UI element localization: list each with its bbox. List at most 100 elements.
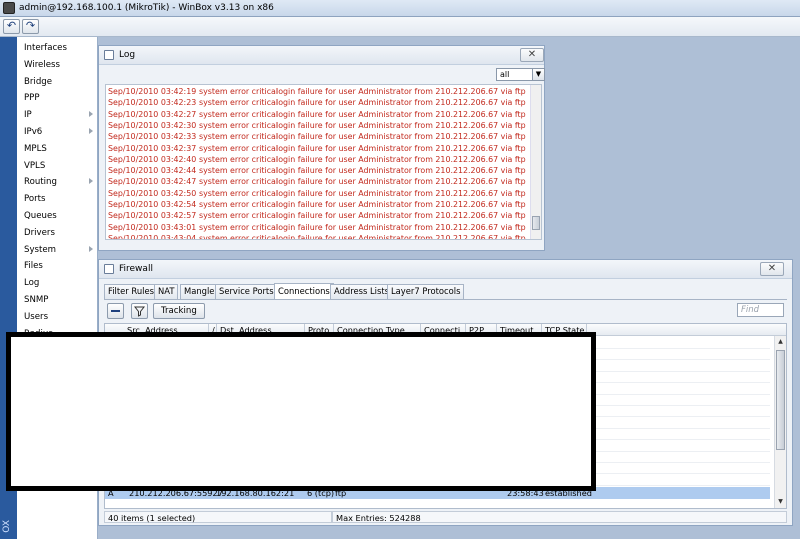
log-window-title: Log — [119, 50, 136, 60]
log-entry-topics: system error critical — [199, 177, 279, 187]
log-entry[interactable]: Sep/10/2010 03:42:54 system error critica… — [106, 199, 531, 210]
log-entry[interactable]: Sep/10/2010 03:42:33 system error critica… — [106, 131, 531, 142]
log-entry-message: login failure for user Administrator fro… — [276, 132, 526, 142]
log-entry-topics: system error critical — [199, 87, 279, 96]
log-scrollbar[interactable] — [530, 85, 541, 239]
sidebar-item-bridge[interactable]: Bridge — [17, 74, 98, 90]
tab-address-lists[interactable]: Address Lists — [330, 284, 394, 299]
log-entry-message: login failure for user Administrator fro… — [276, 98, 526, 108]
tab-layer7-protocols[interactable]: Layer7 Protocols — [387, 284, 465, 299]
table-scrollbar[interactable]: ▲ ▼ — [774, 336, 786, 508]
sidebar-item-routing[interactable]: Routing — [17, 174, 98, 190]
log-entry[interactable]: Sep/10/2010 03:42:23 system error critica… — [106, 97, 531, 108]
undo-button[interactable]: ↶ — [3, 19, 20, 34]
sidebar-item-log[interactable]: Log — [17, 275, 98, 291]
log-entry[interactable]: Sep/10/2010 03:43:01 system error critica… — [106, 222, 531, 233]
sidebar-item-system[interactable]: System — [17, 242, 98, 258]
sidebar-item-ip[interactable]: IP — [17, 107, 98, 123]
sidebar-item-mpls[interactable]: MPLS — [17, 141, 98, 157]
log-entry-message: login failure for user Administrator fro… — [276, 87, 526, 96]
firewall-window-titlebar[interactable]: Firewall ✕ — [99, 260, 792, 279]
sidebar-item-users[interactable]: Users — [17, 309, 98, 325]
sidebar-item-files[interactable]: Files — [17, 258, 98, 274]
title-bar: admin@192.168.100.1 (MikroTik) - WinBox … — [0, 0, 800, 17]
log-close-button[interactable]: ✕ — [520, 48, 544, 62]
submenu-arrow-icon — [89, 178, 93, 185]
log-entry-message: login failure for user Administrator fro… — [276, 166, 526, 176]
sidebar-item-vpls[interactable]: VPLS — [17, 158, 98, 174]
log-entry[interactable]: Sep/10/2010 03:42:57 system error critica… — [106, 210, 531, 221]
redaction-box — [6, 332, 596, 491]
log-entry-time: Sep/10/2010 03:42:44 — [108, 166, 197, 176]
filter-icon — [133, 306, 146, 317]
log-entry-time: Sep/10/2010 03:42:27 — [108, 109, 197, 119]
tab-filter-rules[interactable]: Filter Rules — [104, 284, 158, 299]
remove-button[interactable] — [107, 303, 124, 319]
log-entry-message: login failure for user Administrator fro… — [276, 154, 526, 164]
log-entry-topics: system error critical — [199, 120, 279, 130]
tab-connections[interactable]: Connections — [274, 283, 334, 299]
log-window-titlebar[interactable]: Log ✕ — [99, 46, 544, 65]
log-filter-select[interactable]: all — [496, 68, 536, 81]
log-window-icon — [104, 50, 114, 60]
log-entry[interactable]: Sep/10/2010 03:42:37 system error critica… — [106, 143, 531, 154]
sidebar-item-label: Drivers — [24, 227, 55, 238]
sidebar-item-queues[interactable]: Queues — [17, 208, 98, 224]
redo-button[interactable]: ↷ — [22, 19, 39, 34]
sidebar-item-snmp[interactable]: SNMP — [17, 292, 98, 308]
log-entry[interactable]: Sep/10/2010 03:42:19 system error critica… — [106, 86, 531, 97]
tracking-button[interactable]: Tracking — [153, 303, 205, 319]
tab-service-ports[interactable]: Service Ports — [215, 284, 278, 299]
log-entry[interactable]: Sep/10/2010 03:43:04 system error critica… — [106, 233, 531, 240]
sidebar-item-label: Ports — [24, 194, 46, 205]
log-entry[interactable]: Sep/10/2010 03:42:30 system error critica… — [106, 120, 531, 131]
sidebar-item-ipv6[interactable]: IPv6 — [17, 124, 98, 140]
firewall-toolbar: Tracking Find — [104, 299, 787, 321]
log-scroll-thumb[interactable] — [532, 216, 540, 230]
sidebar-item-label: MPLS — [24, 143, 47, 154]
log-entry-time: Sep/10/2010 03:42:54 — [108, 200, 197, 209]
sidebar-item-label: VPLS — [24, 160, 46, 171]
sidebar-item-interfaces[interactable]: Interfaces — [17, 40, 98, 56]
status-max-entries: Max Entries: 524288 — [332, 511, 787, 523]
sidebar-item-label: Interfaces — [24, 43, 67, 53]
sidebar-item-ports[interactable]: Ports — [17, 191, 98, 207]
log-entry-message: login failure for user Administrator fro… — [276, 200, 526, 209]
scroll-up-icon[interactable]: ▲ — [776, 337, 785, 347]
log-entry-topics: system error critical — [199, 98, 279, 108]
sidebar-item-drivers[interactable]: Drivers — [17, 225, 98, 241]
log-entry[interactable]: Sep/10/2010 03:42:44 system error critica… — [106, 165, 531, 176]
table-scroll-thumb[interactable] — [776, 350, 785, 450]
log-entry-topics: system error critical — [199, 166, 279, 176]
find-input[interactable]: Find — [737, 303, 784, 317]
log-entry[interactable]: Sep/10/2010 03:42:27 system error critica… — [106, 109, 531, 120]
log-entry-topics: system error critical — [199, 233, 279, 240]
log-entry-time: Sep/10/2010 03:42:40 — [108, 154, 197, 164]
sidebar-item-label: IPv6 — [24, 127, 43, 137]
firewall-window-title: Firewall — [119, 264, 153, 274]
scroll-down-icon[interactable]: ▼ — [776, 497, 785, 507]
tab-mangle[interactable]: Mangle — [180, 284, 219, 299]
sidebar-item-wireless[interactable]: Wireless — [17, 57, 98, 73]
log-entry-time: Sep/10/2010 03:42:23 — [108, 98, 197, 108]
log-window: Log ✕ all ▼ Sep/10/2010 03:42:19 system e… — [98, 45, 545, 251]
log-entry-message: login failure for user Administrator fro… — [276, 109, 526, 119]
sidebar-item-label: SNMP — [24, 295, 49, 305]
log-entry[interactable]: Sep/10/2010 03:42:47 system error critica… — [106, 176, 531, 187]
log-entry-topics: system error critical — [199, 154, 279, 164]
log-entry-message: login failure for user Administrator fro… — [276, 188, 526, 198]
chevron-down-icon[interactable]: ▼ — [532, 68, 545, 81]
log-entry[interactable]: Sep/10/2010 03:42:50 system error critica… — [106, 188, 531, 199]
sidebar-item-label: Users — [24, 311, 49, 322]
firewall-close-button[interactable]: ✕ — [760, 262, 784, 276]
sidebar-item-ppp[interactable]: PPP — [17, 90, 98, 106]
tab-nat[interactable]: NAT — [154, 284, 179, 299]
log-entry-topics: system error critical — [199, 143, 279, 153]
log-entry-topics: system error critical — [199, 211, 279, 221]
main-toolbar: ↶ ↷ — [0, 17, 800, 37]
submenu-arrow-icon — [89, 111, 93, 118]
filter-button[interactable] — [131, 303, 148, 319]
window-title: admin@192.168.100.1 (MikroTik) - WinBox … — [19, 3, 274, 13]
log-entry-message: login failure for user Administrator fro… — [276, 211, 526, 221]
log-entry[interactable]: Sep/10/2010 03:42:40 system error critica… — [106, 154, 531, 165]
